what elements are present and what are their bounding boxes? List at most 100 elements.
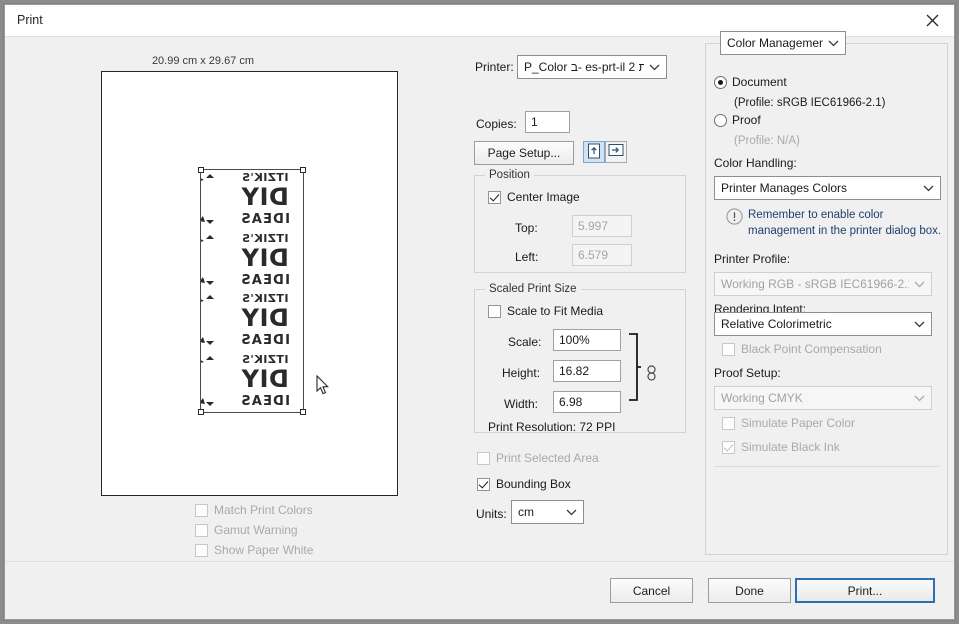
chevron-down-icon bbox=[909, 391, 929, 405]
artwork-line1: ITZIK'S bbox=[241, 231, 289, 245]
bounding-box-label: Bounding Box bbox=[496, 477, 571, 491]
print-label: Print... bbox=[847, 583, 883, 598]
close-button[interactable] bbox=[910, 5, 954, 36]
width-input[interactable]: 6.98 bbox=[553, 391, 621, 413]
chevron-down-icon bbox=[918, 181, 938, 195]
scale-to-fit-checkbox[interactable] bbox=[488, 304, 501, 318]
rendering-intent-select-value: Relative Colorimetric bbox=[721, 317, 832, 331]
print-selected-area-row[interactable]: Print Selected Area bbox=[477, 451, 599, 465]
show-paper-white-checkbox[interactable] bbox=[195, 543, 208, 557]
artwork-line2: DIY bbox=[241, 364, 289, 393]
proof-radio-row[interactable]: Proof bbox=[714, 113, 761, 127]
proof-label: Proof bbox=[732, 113, 761, 127]
artwork-line2: DIY bbox=[241, 243, 289, 272]
printer-select[interactable]: P_Color ב- es-prt-il נות 2)... bbox=[517, 55, 667, 79]
scale-input-value: 100% bbox=[559, 333, 590, 347]
match-print-colors-row[interactable]: Match Print Colors bbox=[195, 503, 415, 517]
units-select-value: cm bbox=[518, 505, 534, 519]
bounding-box-row[interactable]: Bounding Box bbox=[477, 477, 571, 491]
left-label: Left: bbox=[515, 250, 539, 264]
proof-radio[interactable] bbox=[714, 113, 727, 127]
close-icon bbox=[926, 14, 939, 27]
print-resolution-label: Print Resolution: 72 PPI bbox=[488, 420, 616, 434]
printer-profile-label: Printer Profile: bbox=[714, 252, 791, 266]
panel-divider bbox=[714, 466, 939, 467]
page-title: Print bbox=[17, 13, 43, 27]
page-setup-button[interactable]: Page Setup... bbox=[474, 141, 574, 165]
document-radio-row[interactable]: Document bbox=[714, 75, 787, 89]
document-radio[interactable] bbox=[714, 75, 727, 89]
paper-preview[interactable]: ITZIK'S DIY IDEAS ITZIK'S DIY IDEAS ITZI… bbox=[101, 71, 398, 496]
height-input[interactable]: 16.82 bbox=[553, 360, 621, 382]
saw-blade-gear-icon bbox=[201, 295, 214, 345]
cancel-label: Cancel bbox=[632, 583, 671, 598]
paper-dimensions-label: 20.99 cm x 29.67 cm bbox=[151, 55, 255, 67]
gamut-warning-label: Gamut Warning bbox=[214, 523, 298, 537]
simulate-paper-color-row[interactable]: Simulate Paper Color bbox=[722, 416, 855, 430]
scale-to-fit-row[interactable]: Scale to Fit Media bbox=[488, 304, 603, 318]
simulate-paper-color-checkbox[interactable] bbox=[722, 416, 735, 430]
proof-profile-label: (Profile: N/A) bbox=[734, 135, 800, 147]
link-bracket bbox=[629, 333, 641, 401]
mouse-cursor bbox=[316, 374, 330, 398]
top-input[interactable]: 5.997 bbox=[572, 215, 632, 237]
simulate-black-ink-checkbox[interactable] bbox=[722, 440, 735, 454]
gamut-warning-row[interactable]: Gamut Warning bbox=[195, 523, 415, 537]
height-label: Height: bbox=[502, 366, 541, 380]
printer-profile-select[interactable]: Working RGB - sRGB IEC61966-2.1 bbox=[714, 272, 932, 296]
copies-input[interactable]: 1 bbox=[525, 111, 570, 133]
center-image-row[interactable]: Center Image bbox=[488, 190, 580, 204]
proof-setup-select-value: Working CMYK bbox=[721, 391, 803, 405]
bounding-box-checkbox[interactable] bbox=[477, 477, 490, 491]
artwork-line3: IDEAS bbox=[240, 333, 290, 348]
center-image-checkbox[interactable] bbox=[488, 190, 501, 204]
proof-setup-label: Proof Setup: bbox=[714, 366, 781, 380]
warning-exclamation-icon bbox=[726, 208, 743, 228]
black-point-compensation-row[interactable]: Black Point Compensation bbox=[722, 342, 882, 356]
chevron-down-icon bbox=[909, 317, 929, 331]
done-button[interactable]: Done bbox=[708, 578, 791, 603]
black-point-compensation-checkbox[interactable] bbox=[722, 342, 735, 356]
top-input-value: 5.997 bbox=[578, 219, 609, 233]
printer-select-value: P_Color ב- es-prt-il נות 2)... bbox=[524, 60, 644, 74]
print-button[interactable]: Print... bbox=[795, 578, 935, 603]
left-input[interactable]: 6.579 bbox=[572, 244, 632, 266]
cancel-button[interactable]: Cancel bbox=[610, 578, 693, 603]
artwork-line1: ITZIK'S bbox=[241, 292, 289, 305]
show-paper-white-row[interactable]: Show Paper White bbox=[195, 543, 415, 557]
rendering-intent-select[interactable]: Relative Colorimetric bbox=[714, 312, 932, 336]
portrait-orientation-button[interactable] bbox=[583, 141, 605, 163]
height-input-value: 16.82 bbox=[559, 364, 590, 378]
position-group: Position Center Image Top: 5.997 Left: 6… bbox=[474, 169, 686, 273]
print-dialog: Print 20.99 cm x 29.67 cm ITZIK'S DIY ID… bbox=[4, 4, 955, 620]
proof-setup-select[interactable]: Working CMYK bbox=[714, 386, 932, 410]
match-print-colors-label: Match Print Colors bbox=[214, 503, 313, 517]
color-handling-select-value: Printer Manages Colors bbox=[721, 181, 848, 195]
printer-profile-select-value: Working RGB - sRGB IEC61966-2.1 bbox=[721, 277, 909, 291]
scaled-print-size-group: Scaled Print Size Scale to Fit Media Sca… bbox=[474, 283, 686, 434]
color-management-panel: Color Management Document (Profile: sRGB… bbox=[705, 31, 948, 555]
artwork-preview[interactable]: ITZIK'S DIY IDEAS ITZIK'S DIY IDEAS ITZI… bbox=[201, 170, 303, 412]
section-select[interactable]: Color Management bbox=[720, 31, 846, 55]
units-select[interactable]: cm bbox=[511, 500, 584, 524]
color-handling-select[interactable]: Printer Manages Colors bbox=[714, 176, 941, 200]
gamut-warning-checkbox[interactable] bbox=[195, 523, 208, 537]
portrait-orientation-icon bbox=[587, 143, 602, 162]
copies-input-value: 1 bbox=[531, 115, 538, 129]
printer-label: Printer: bbox=[475, 60, 514, 74]
page-setup-label: Page Setup... bbox=[487, 146, 561, 160]
position-group-title: Position bbox=[485, 169, 534, 181]
artwork-line3: IDEAS bbox=[240, 212, 290, 227]
center-image-label: Center Image bbox=[507, 190, 580, 204]
print-selected-area-checkbox[interactable] bbox=[477, 451, 490, 465]
artwork-line3: IDEAS bbox=[240, 272, 290, 288]
scale-input[interactable]: 100% bbox=[553, 329, 621, 351]
artwork-line3: IDEAS bbox=[240, 393, 290, 409]
units-label: Units: bbox=[476, 507, 507, 521]
saw-blade-gear-icon bbox=[201, 355, 214, 406]
landscape-orientation-button[interactable] bbox=[605, 141, 627, 163]
simulate-paper-color-label: Simulate Paper Color bbox=[741, 416, 856, 430]
match-print-colors-checkbox[interactable] bbox=[195, 503, 208, 517]
chain-link-icon[interactable] bbox=[647, 365, 656, 384]
simulate-black-ink-row[interactable]: Simulate Black Ink bbox=[722, 440, 840, 454]
